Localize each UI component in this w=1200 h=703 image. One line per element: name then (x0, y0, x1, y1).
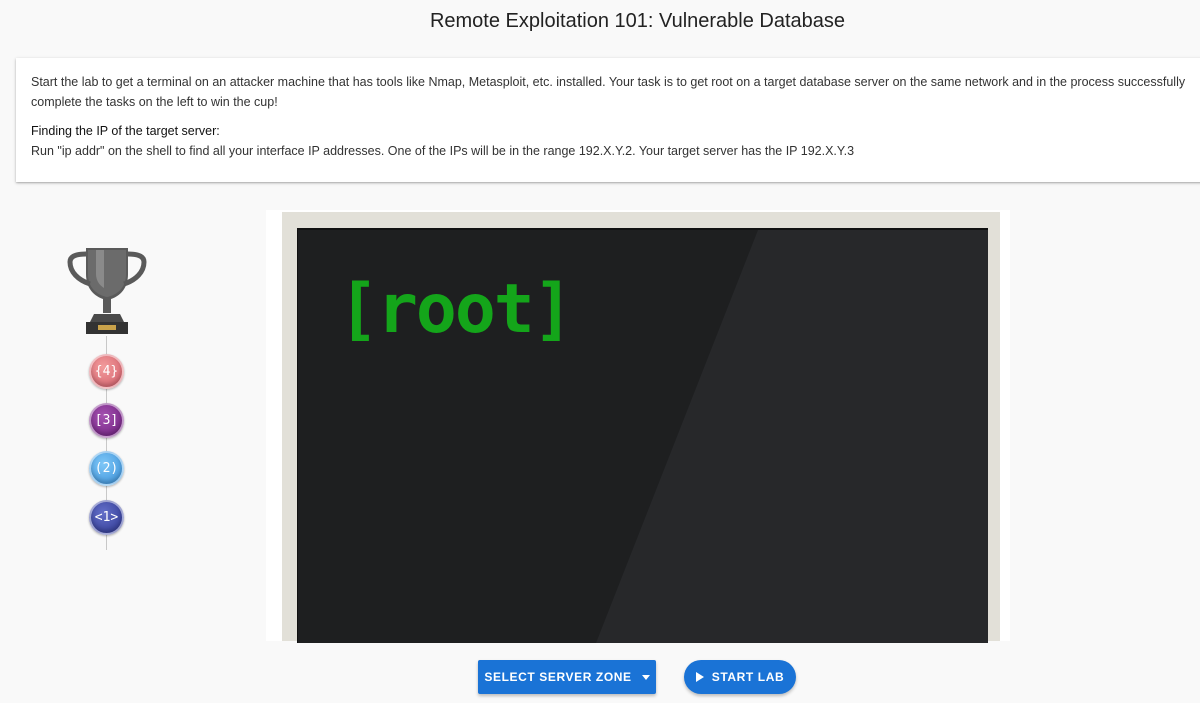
select-server-zone-label: SELECT SERVER ZONE (484, 670, 632, 684)
task-badge-1[interactable]: <1> (89, 500, 124, 535)
finding-ip-heading: Finding the IP of the target server: (31, 124, 220, 138)
terminal-bezel: [root] (282, 212, 1000, 643)
finding-ip-instructions: Run "ip addr" on the shell to find all y… (31, 144, 855, 158)
task-badge-4[interactable]: {4} (89, 354, 124, 389)
task-badge-2[interactable]: (2) (89, 451, 124, 486)
start-lab-label: START LAB (711, 670, 785, 684)
page-title: Remote Exploitation 101: Vulnerable Data… (429, 10, 846, 32)
task-badge-3[interactable]: [3] (89, 403, 124, 438)
lab-description: Start the lab to get a terminal on an at… (31, 75, 1186, 109)
caret-down-icon (641, 674, 650, 680)
play-icon (695, 672, 704, 682)
start-lab-button[interactable]: START LAB (684, 660, 796, 694)
lab-info-card: Start the lab to get a terminal on an at… (16, 58, 1200, 182)
select-server-zone-button[interactable]: SELECT SERVER ZONE (478, 660, 656, 694)
terminal-root-text: [root] (338, 270, 574, 349)
terminal-frame: [root] (266, 210, 1010, 643)
trophy-icon (67, 248, 147, 334)
terminal-screen[interactable]: [root] (297, 228, 988, 643)
